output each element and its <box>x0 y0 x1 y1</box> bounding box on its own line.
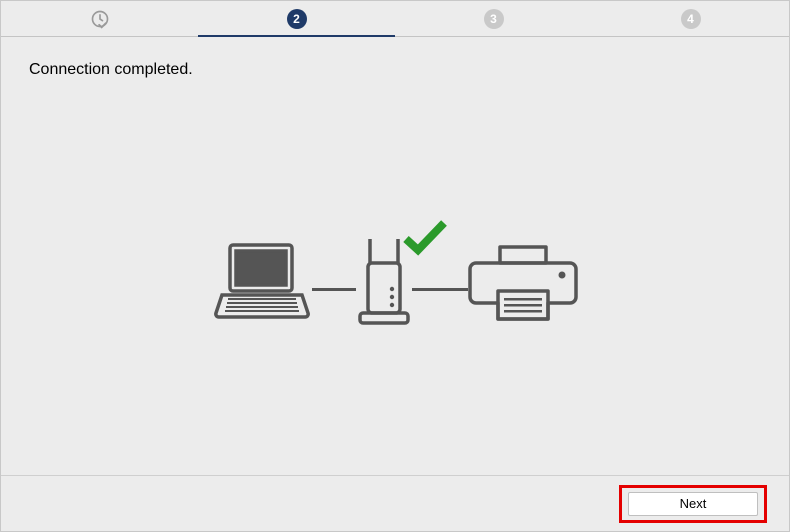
step-circle-active: 2 <box>287 9 307 29</box>
history-check-icon <box>90 9 110 29</box>
step-3: 3 <box>395 1 592 36</box>
step-1 <box>1 1 198 36</box>
laptop-icon <box>212 239 312 329</box>
step-2: 2 <box>198 1 395 36</box>
step-circle-pending: 4 <box>681 9 701 29</box>
status-text: Connection completed. <box>29 61 761 79</box>
connection-diagram <box>212 237 578 329</box>
next-button-highlight: Next <box>619 485 767 523</box>
step-4: 4 <box>592 1 789 36</box>
installer-window: 2 3 4 Connection completed. <box>0 0 790 532</box>
wizard-stepper: 2 3 4 <box>1 1 789 37</box>
checkmark-icon <box>402 217 448 257</box>
connector-line <box>312 288 356 291</box>
step-circle-pending: 3 <box>484 9 504 29</box>
wizard-footer: Next <box>1 475 789 531</box>
next-button[interactable]: Next <box>628 492 758 516</box>
printer-icon <box>468 243 578 329</box>
wizard-body: Connection completed. <box>1 37 789 475</box>
connector-line <box>412 288 468 291</box>
